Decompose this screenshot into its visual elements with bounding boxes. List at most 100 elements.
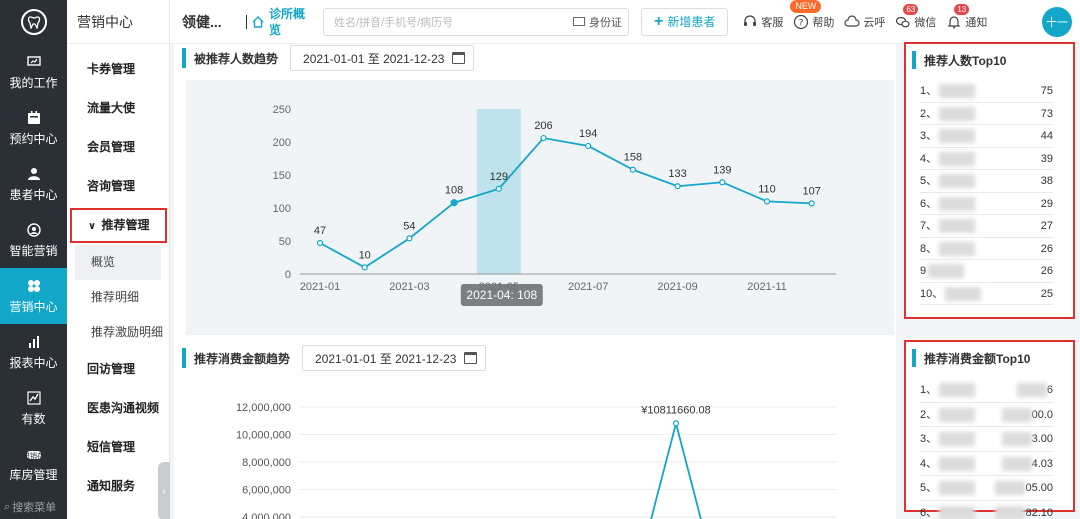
cloud-call-icon bbox=[844, 14, 860, 30]
sidebar-item-referral-label: 推荐管理 bbox=[101, 218, 150, 232]
sidebar-collapse-handle[interactable]: ‹ bbox=[158, 462, 170, 519]
top10-row: 1、 75 bbox=[920, 80, 1053, 103]
sidebar-item-referral[interactable]: ∨ 推荐管理 bbox=[70, 208, 167, 243]
app-logo[interactable] bbox=[0, 0, 67, 44]
top10-referral-count-panel: 推荐人数Top10 1、 75 2、 73 3、 44 4、 39 5、 38 6、 29 7、 27 8、… bbox=[904, 42, 1075, 319]
top10-row: 1、 6 bbox=[920, 378, 1053, 403]
referral-amount-trend-panel: 推荐消费金额趋势 2021-01-01 至 2021-12-23 4,000,0… bbox=[174, 340, 896, 519]
y-tick-label: 200 bbox=[273, 137, 291, 149]
tab-clinic-overview[interactable]: 诊所概览 bbox=[246, 6, 309, 38]
redacted-amount bbox=[1001, 407, 1032, 422]
rail-item-7[interactable]: 进销存库房管理 bbox=[0, 436, 67, 492]
top10-value-text: 6 bbox=[1046, 384, 1053, 396]
redacted-name bbox=[939, 196, 976, 211]
data-label: 110 bbox=[758, 183, 776, 195]
topbar-tool-headset[interactable]: 客服 bbox=[742, 14, 783, 30]
top10-value-text: 00.0 bbox=[1031, 408, 1053, 421]
tab-clinic-overview-label: 诊所概览 bbox=[269, 6, 306, 37]
app-root: 我的工作预约中心患者中心智能营销营销中心报表中心有数进销存库房管理 ⌕ 搜索菜单… bbox=[0, 0, 1080, 519]
top10-value-text: 27 bbox=[1040, 220, 1053, 232]
user-avatar[interactable]: 十一 bbox=[1042, 7, 1072, 37]
sidebar-item-ambassador[interactable]: 流量大使 bbox=[67, 89, 169, 128]
menu-search[interactable]: ⌕ 搜索菜单 bbox=[0, 495, 67, 519]
redacted-name bbox=[939, 151, 976, 166]
sidebar-item-sms[interactable]: 短信管理 bbox=[67, 428, 169, 467]
redacted-amount bbox=[995, 481, 1026, 496]
add-patient-button[interactable]: + 新增患者 bbox=[641, 7, 729, 36]
topbar-tool-label: 通知 bbox=[965, 16, 988, 29]
marketing-icon bbox=[26, 222, 42, 238]
top10-value: 00.0 bbox=[1001, 403, 1053, 427]
top10-rank: 2、 bbox=[920, 103, 976, 125]
top10-rank: 6、 bbox=[920, 193, 976, 215]
notification-badge: 63 bbox=[903, 3, 919, 15]
top10-rank: 4、 bbox=[920, 148, 976, 170]
top10-rank: 10、 bbox=[920, 283, 982, 305]
sidebar-sub-incentive-detail[interactable]: 推荐激励明细 bbox=[67, 315, 169, 350]
rail-item-0[interactable]: 我的工作 bbox=[0, 44, 67, 100]
referral-amount-trend-header: 推荐消费金额趋势 2021-01-01 至 2021-12-23 bbox=[182, 344, 487, 372]
redacted-amount bbox=[1001, 456, 1032, 471]
date-range-picker-1[interactable]: 2021-01-01 至 2021-12-23 bbox=[290, 45, 475, 71]
clinic-name[interactable]: 领健... bbox=[182, 12, 238, 32]
date-range-value-1: 2021-01-01 至 2021-12-23 bbox=[303, 51, 445, 66]
topbar-tool-label: 云呼 bbox=[863, 16, 886, 29]
svg-text:?: ? bbox=[799, 18, 804, 28]
sidebar-sub-overview[interactable]: 概览 bbox=[75, 245, 161, 280]
data-point bbox=[585, 142, 592, 150]
data-point bbox=[763, 198, 771, 205]
series-line bbox=[650, 419, 702, 519]
sidebar-item-coupons[interactable]: 卡券管理 bbox=[67, 50, 169, 89]
series-line bbox=[319, 137, 812, 269]
y-tick-label: 10,000,000 bbox=[236, 430, 291, 442]
y-tick-label: 150 bbox=[273, 170, 291, 182]
rail-item-2[interactable]: 患者中心 bbox=[0, 156, 67, 212]
rail-item-1[interactable]: 预约中心 bbox=[0, 100, 67, 156]
rail-item-5[interactable]: 报表中心 bbox=[0, 324, 67, 380]
top10-count-header: 推荐人数Top10 bbox=[906, 44, 1073, 76]
data-label: 47 bbox=[314, 225, 326, 237]
top10-value-text: 75 bbox=[1040, 85, 1053, 97]
top10-amount-header: 推荐消费金额Top10 bbox=[906, 342, 1073, 374]
top10-value: 73 bbox=[1041, 103, 1053, 125]
id-card-button[interactable]: 身份证 bbox=[573, 14, 622, 30]
top10-row: 7、 27 bbox=[920, 215, 1053, 238]
plus-icon: + bbox=[654, 12, 664, 30]
help-icon: ? bbox=[793, 14, 809, 30]
data-label: 107 bbox=[803, 185, 821, 197]
sidebar-item-video[interactable]: 医患沟通视频 bbox=[67, 389, 169, 428]
sidebar-item-notify[interactable]: 通知服务 bbox=[67, 467, 169, 506]
topbar-tool-bell[interactable]: 通知 13 bbox=[946, 3, 988, 30]
y-tick-label: 100 bbox=[273, 203, 291, 215]
data-label: ¥10811660.08 bbox=[640, 404, 711, 416]
rail-item-3[interactable]: 智能营销 bbox=[0, 212, 67, 268]
sidebar-sub-referral-detail[interactable]: 推荐明细 bbox=[67, 280, 169, 315]
sidebar-item-followup[interactable]: 回访管理 bbox=[67, 350, 169, 389]
sidebar-item-members[interactable]: 会员管理 bbox=[67, 128, 169, 167]
top10-value: 4.03 bbox=[1001, 452, 1053, 476]
sidebar-item-consult[interactable]: 咨询管理 bbox=[67, 167, 169, 206]
topbar-tool-help[interactable]: ? 帮助 NEW bbox=[790, 0, 834, 30]
top10-rank: 1、 bbox=[920, 378, 976, 402]
patient-search-input[interactable]: 姓名/拼音/手机号/病历号 身份证 bbox=[323, 7, 629, 36]
redacted-name bbox=[939, 481, 976, 496]
tooth-logo-icon bbox=[20, 9, 47, 35]
user-icon bbox=[26, 166, 42, 182]
topbar-tool-cloud-call[interactable]: 云呼 bbox=[844, 14, 885, 30]
topbar-tool-wechat[interactable]: 微信 63 bbox=[895, 3, 936, 30]
top10-value-text: 26 bbox=[1040, 265, 1053, 277]
section-accent bbox=[912, 51, 916, 69]
date-range-picker-2[interactable]: 2021-01-01 至 2021-12-23 bbox=[302, 345, 487, 371]
rail-item-label: 营销中心 bbox=[9, 299, 58, 314]
rail-item-label: 库房管理 bbox=[9, 467, 58, 482]
y-tick-label: 8,000,000 bbox=[242, 457, 291, 469]
data-point bbox=[495, 185, 502, 192]
top10-value-text: 39 bbox=[1040, 152, 1053, 165]
top10-value: 27 bbox=[1041, 215, 1053, 237]
data-point bbox=[674, 183, 681, 190]
top10-rank: 3、 bbox=[920, 427, 976, 451]
redacted-name bbox=[939, 241, 976, 256]
top10-value-text: 44 bbox=[1040, 130, 1053, 142]
rail-item-6[interactable]: 有数 bbox=[0, 380, 67, 436]
rail-item-4[interactable]: 营销中心 bbox=[0, 268, 67, 324]
